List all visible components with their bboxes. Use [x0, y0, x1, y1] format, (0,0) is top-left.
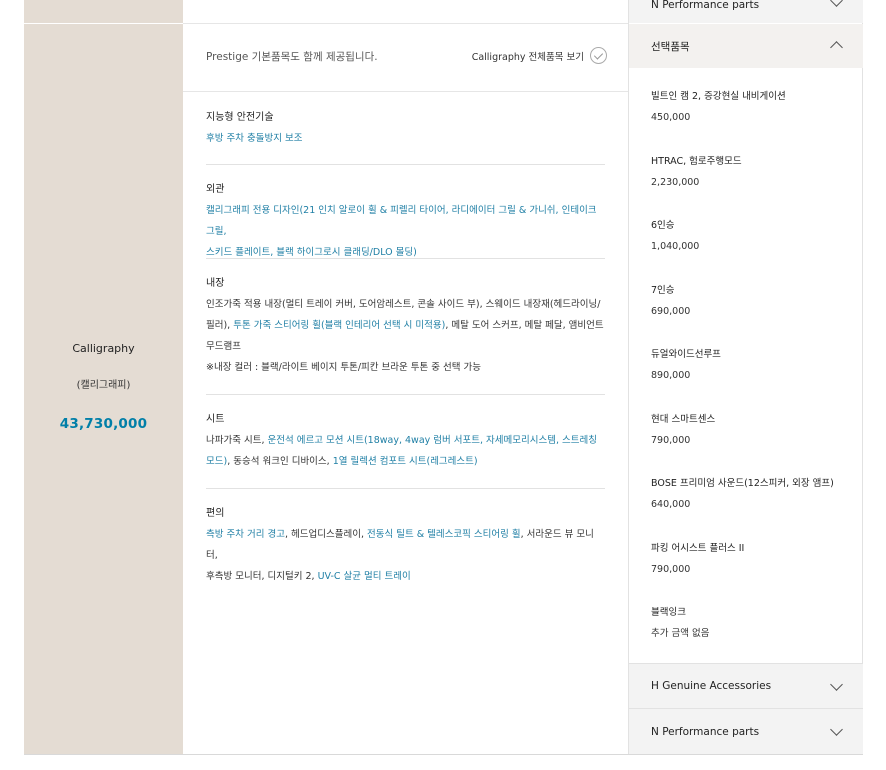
- feature-group-title: 편의: [206, 508, 225, 519]
- view-all-features-label: Calligraphy 전체품목 보기: [471, 51, 584, 63]
- feature-group: 시트나파가죽 시트, 운전석 에르고 모션 시트(18way, 4way 럼버 …: [206, 410, 605, 472]
- feature-text: ※내장 컬러 : 블랙/라이트 베이지 투톤/피칸 브라운 투톤 중 선택 가능: [206, 362, 482, 373]
- option-name: 빌트인 캠 2, 증강현실 내비게이션: [651, 91, 786, 102]
- option-price: 450,000: [651, 112, 691, 123]
- feature-group: 지능형 안전기술후방 주차 충돌방지 보조: [206, 108, 605, 149]
- option-item: 현대 스마트센스 790,000: [651, 391, 851, 456]
- option-list: 빌트인 캠 2, 증강현실 내비게이션 450,000 HTRAC, 험로주행모드 2…: [651, 68, 851, 649]
- feature-line: 필러), 투톤 가죽 스티어링 휠(블랙 인테리어 선택 시 미적용), 메탈 …: [206, 315, 605, 336]
- option-price: 790,000: [651, 434, 691, 446]
- feature-line: 후방 주차 충돌방지 보조: [206, 128, 605, 149]
- option-price: 790,000: [651, 563, 691, 575]
- feature-text: , 헤드업디스플레이,: [284, 529, 367, 540]
- trim-comparison-page: Calligraphy (캘리그래피) 43,730,000 Prestige …: [0, 0, 886, 770]
- feature-link[interactable]: 측방 주차 거리 경고: [206, 529, 285, 540]
- divider: [24, 23, 183, 24]
- option-item: 듀얼와이드선루프 890,000: [651, 326, 851, 391]
- details-header: Prestige 기본품목도 함께 제공됩니다. Calligraphy 전체품…: [183, 24, 628, 92]
- option-item: 파킹 어시스트 플러스 II 790,000: [651, 520, 851, 585]
- feature-link[interactable]: 운전석 에르고 모션 시트(18way, 4way 럼버 서포트, 자세메모리시…: [268, 435, 597, 446]
- chevron-down-icon: [830, 0, 843, 7]
- accordion-label: H Genuine Accessories: [651, 680, 772, 692]
- option-item: BOSE 프리미엄 사운드(12스피커, 외장 앰프) 640,000: [651, 455, 851, 520]
- feature-link[interactable]: 투톤 가죽 스티어링 휠(블랙 인테리어 선택 시 미적용): [233, 320, 445, 331]
- option-price: 1,040,000: [651, 241, 700, 252]
- option-name: 7인승: [651, 284, 675, 296]
- option-price: 690,000: [651, 305, 691, 317]
- feature-link[interactable]: 캘리그래피 전용 디자인(21 인치 알로이 휠 & 피렐리 타이어, 라디에이…: [206, 205, 597, 237]
- feature-line: 무드램프: [206, 336, 605, 357]
- divider: [206, 488, 605, 489]
- trim-name-korean: (캘리그래피): [76, 380, 131, 391]
- option-name: 현대 스마트센스: [651, 413, 716, 425]
- feature-link[interactable]: 모드): [206, 456, 227, 467]
- divider: [206, 394, 605, 395]
- feature-group-title: 지능형 안전기술: [206, 112, 274, 123]
- feature-group: 외관캘리그래피 전용 디자인(21 인치 알로이 휠 & 피렐리 타이어, 라디…: [206, 180, 605, 263]
- accordion-label: N Performance parts: [651, 0, 760, 11]
- feature-text: 나파가죽 시트,: [206, 435, 268, 446]
- feature-line: 모드), 동승석 워크인 디바이스, 1열 릴렉션 컴포트 시트(레그레스트): [206, 451, 605, 472]
- accordion-genuine-accessories[interactable]: H Genuine Accessories: [629, 663, 863, 708]
- option-panel: N Performance parts 선택품목 빌트인 캠 2, 증강현실 내…: [628, 0, 863, 755]
- feature-link[interactable]: UV-C 살균 멀티 트레이: [318, 571, 411, 582]
- trim-name: Calligraphy: [72, 342, 135, 355]
- option-price: 2,230,000: [651, 176, 700, 188]
- feature-text: 필러),: [206, 320, 234, 331]
- option-name: 듀얼와이드선루프: [651, 349, 721, 360]
- option-name: 6인승: [651, 220, 675, 231]
- option-item: 빌트인 캠 2, 증강현실 내비게이션 450,000: [651, 68, 851, 133]
- divider: [206, 258, 605, 259]
- feature-text: 후측방 모니터, 디지털키 2,: [206, 571, 318, 582]
- feature-text: , 메탈 도어 스커프, 메탈 페달, 앰비언트: [445, 320, 604, 331]
- option-name: 블랙잉크: [651, 607, 686, 618]
- feature-group-title: 외관: [206, 184, 225, 195]
- feature-line: ※내장 컬러 : 블랙/라이트 베이지 투톤/피칸 브라운 투톤 중 선택 가능: [206, 357, 605, 378]
- feature-line: 나파가죽 시트, 운전석 에르고 모션 시트(18way, 4way 럼버 서포…: [206, 430, 605, 451]
- option-item: 6인승 1,040,000: [651, 197, 851, 262]
- divider: [206, 164, 605, 165]
- chevron-down-icon: [830, 678, 843, 691]
- feature-group-title: 시트: [206, 414, 225, 425]
- option-price: 890,000: [651, 370, 691, 381]
- option-name: BOSE 프리미엄 사운드(12스피커, 외장 앰프): [651, 478, 834, 489]
- option-price: 640,000: [651, 499, 691, 510]
- trim-price: 43,730,000: [59, 416, 148, 432]
- divider: [24, 754, 863, 755]
- base-features-note: Prestige 기본품목도 함께 제공됩니다.: [206, 51, 378, 63]
- feature-group: 내장인조가죽 적용 내장(멀티 트레이 커버, 도어암레스트, 콘솔 사이드 부…: [206, 274, 605, 378]
- feature-line: 측방 주차 거리 경고, 헤드업디스플레이, 전동식 틸트 & 텔레스코픽 스티…: [206, 524, 605, 566]
- option-item: HTRAC, 험로주행모드 2,230,000: [651, 133, 851, 198]
- accordion-options[interactable]: 선택품목: [629, 24, 863, 68]
- feature-group: 편의측방 주차 거리 경고, 헤드업디스플레이, 전동식 틸트 & 텔레스코픽 …: [206, 504, 605, 587]
- option-item: 7인승 690,000: [651, 262, 851, 327]
- feature-text: , 동승석 워크인 디바이스,: [227, 456, 333, 467]
- chevron-down-icon: [830, 723, 843, 736]
- feature-link[interactable]: 스키드 플레이트, 블랙 하이그로시 클래딩/DLO 몰딩): [206, 247, 417, 258]
- feature-line: 캘리그래피 전용 디자인(21 인치 알로이 휠 & 피렐리 타이어, 라디에이…: [206, 200, 605, 242]
- trim-column: Calligraphy (캘리그래피) 43,730,000: [24, 0, 183, 755]
- accordion-label: 선택품목: [651, 40, 690, 53]
- feature-line: 스키드 플레이트, 블랙 하이그로시 클래딩/DLO 몰딩): [206, 242, 605, 263]
- chevron-up-icon: [830, 41, 843, 54]
- accordion-performance-top[interactable]: N Performance parts: [629, 0, 863, 23]
- accordion-performance-parts[interactable]: N Performance parts: [629, 708, 863, 754]
- check-circle-icon: [590, 47, 607, 64]
- feature-text: 인조가죽 적용 내장(멀티 트레이 커버, 도어암레스트, 콘솔 사이드 부),…: [206, 299, 601, 310]
- option-name: HTRAC, 험로주행모드: [651, 155, 742, 167]
- option-item: 블랙잉크추가 금액 없음: [651, 584, 851, 649]
- feature-link[interactable]: 전동식 틸트 & 텔레스코픽 스티어링 휠: [367, 529, 521, 540]
- trim-details-column: Prestige 기본품목도 함께 제공됩니다. Calligraphy 전체품…: [183, 0, 628, 755]
- feature-link[interactable]: 후방 주차 충돌방지 보조: [206, 133, 302, 144]
- feature-group-title: 내장: [206, 278, 225, 289]
- accordion-label: N Performance parts: [651, 725, 760, 738]
- feature-line: 후측방 모니터, 디지털키 2, UV-C 살균 멀티 트레이: [206, 566, 605, 587]
- option-price: 추가 금액 없음: [651, 628, 710, 639]
- feature-line: 인조가죽 적용 내장(멀티 트레이 커버, 도어암레스트, 콘솔 사이드 부),…: [206, 294, 605, 315]
- option-name: 파킹 어시스트 플러스 II: [651, 542, 745, 554]
- feature-text: 무드램프: [206, 341, 241, 352]
- feature-link[interactable]: 1열 릴렉션 컴포트 시트(레그레스트): [333, 456, 478, 467]
- view-all-features-button[interactable]: Calligraphy 전체품목 보기: [472, 47, 607, 64]
